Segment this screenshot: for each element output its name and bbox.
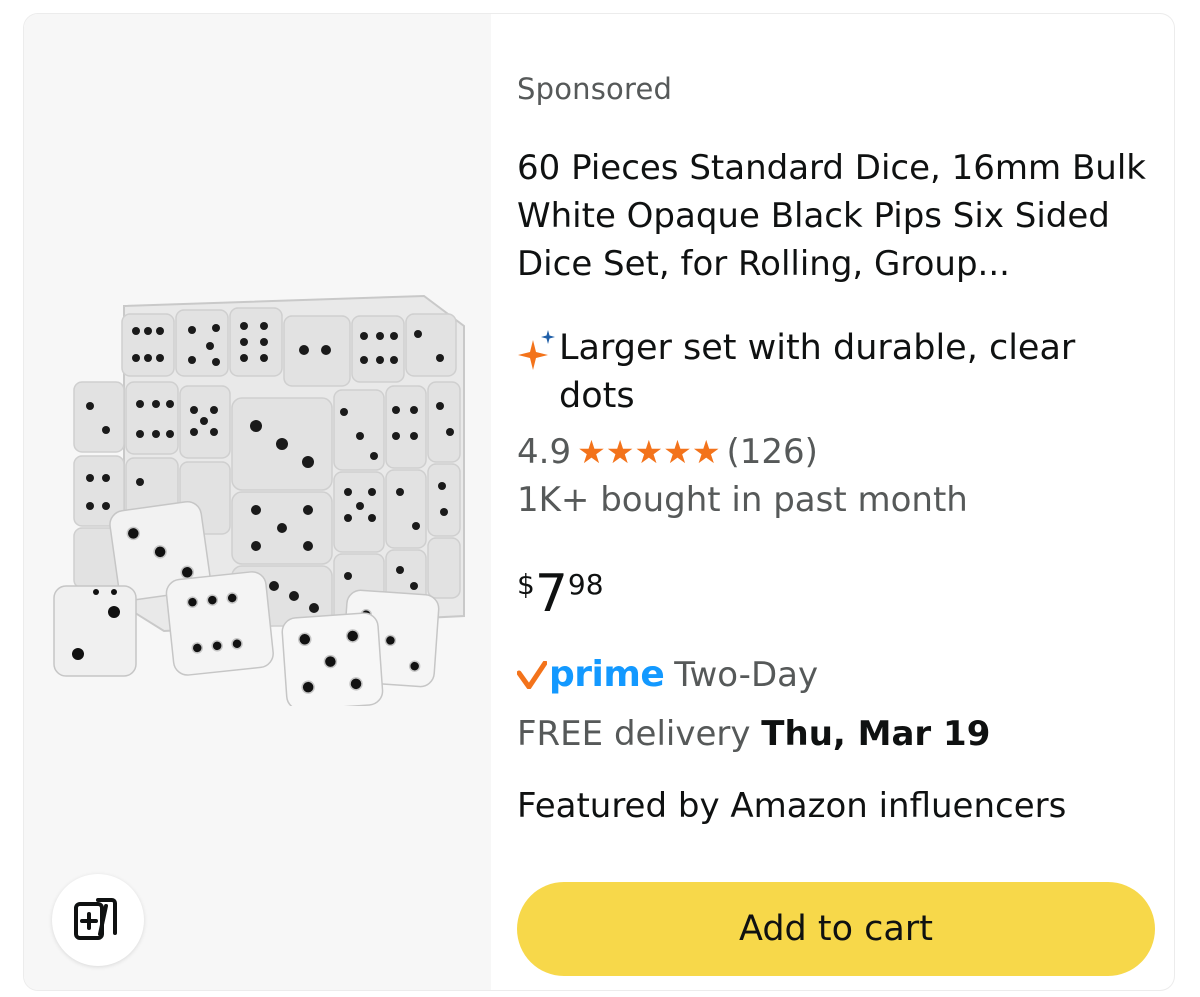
product-title[interactable]: 60 Pieces Standard Dice, 16mm Bulk White…	[517, 144, 1147, 288]
highlight-text: Larger set with durable, clear dots	[559, 328, 1076, 416]
compare-button[interactable]	[52, 874, 144, 966]
sponsored-label[interactable]: Sponsored	[517, 72, 672, 106]
sparkle-icon	[518, 330, 555, 370]
bought-count: 1K+ bought in past month	[517, 480, 968, 520]
prime-logo: prime	[549, 654, 665, 695]
add-to-cart-button[interactable]: Add to cart	[517, 882, 1155, 976]
delivery-date: Thu, Mar 19	[761, 714, 991, 754]
delivery-info: FREE delivery Thu, Mar 19	[517, 714, 990, 754]
star-icon: ★	[691, 433, 721, 471]
star-icon: ★	[577, 433, 606, 471]
price-fraction: 98	[567, 568, 604, 601]
prime-shipping-label: Two-Day	[674, 654, 819, 695]
price: $ 7 98	[517, 566, 604, 622]
product-image[interactable]	[44, 286, 474, 706]
featured-by-influencers[interactable]: Featured by Amazon influencers	[517, 786, 1066, 826]
star-icon: ★	[634, 433, 664, 471]
product-card[interactable]: Sponsored 60 Pieces Standard Dice, 16mm …	[24, 14, 1174, 990]
product-image-panel[interactable]	[24, 14, 491, 990]
compare-cards-icon	[74, 898, 117, 940]
prime-check-icon	[517, 660, 547, 689]
star-icon: ★	[605, 433, 635, 471]
rating-value: 4.9	[517, 432, 572, 472]
ai-highlight: Larger set with durable, clear dots	[517, 324, 1147, 420]
price-whole: 7	[534, 564, 568, 624]
rating-count[interactable]: (126)	[727, 432, 818, 472]
price-symbol: $	[517, 568, 535, 601]
star-rating: ★ ★ ★ ★ ★	[577, 435, 720, 469]
prime-badge: prime Two-Day	[517, 654, 818, 695]
delivery-prefix: FREE delivery	[517, 714, 762, 754]
star-icon: ★	[663, 433, 692, 471]
rating-row[interactable]: 4.9 ★ ★ ★ ★ ★ (126)	[517, 432, 818, 472]
